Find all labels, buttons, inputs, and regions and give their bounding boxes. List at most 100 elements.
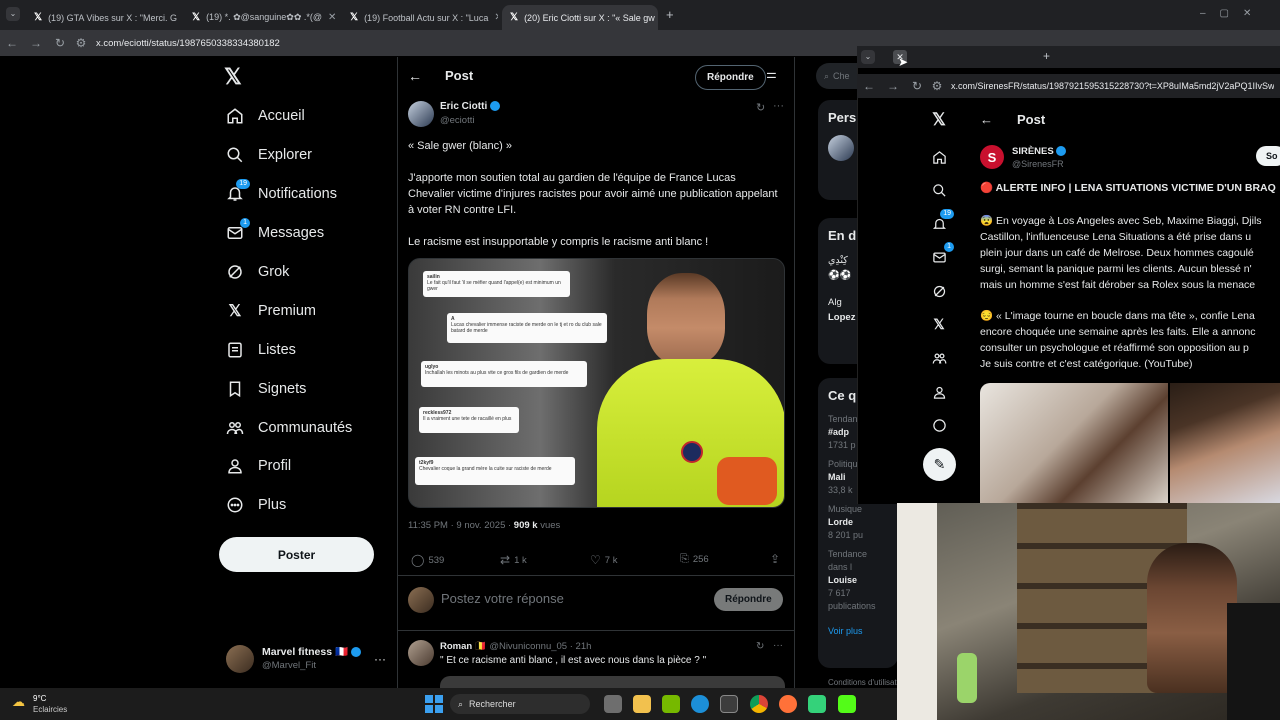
nav-item-home[interactable]: Accueil <box>226 107 305 125</box>
weather-icon[interactable]: ☁ <box>12 694 25 710</box>
profile-icon[interactable] <box>930 383 948 401</box>
overlay-media-left[interactable] <box>980 383 1168 503</box>
footer-link[interactable]: Conditions d'utilisat <box>828 678 897 687</box>
post-author[interactable]: Eric Ciotti <box>440 101 501 112</box>
kick-icon[interactable] <box>838 695 856 713</box>
nav-item-explore[interactable]: Explorer <box>226 146 312 164</box>
heart-icon: ♡ <box>590 553 601 567</box>
reload-icon[interactable]: ↻ <box>48 36 72 50</box>
browser-tab[interactable]: 𝕏 (19) Football Actu sur X : "Luca ✕ <box>342 5 498 30</box>
like-action[interactable]: ♡ 7 k <box>590 553 617 567</box>
url-field[interactable]: x.com/SirenesFR/status/19879215953152287… <box>951 81 1274 91</box>
bell-icon[interactable]: 19 <box>930 209 954 233</box>
avatar[interactable] <box>408 640 434 666</box>
follow-button[interactable]: So <box>1256 146 1280 166</box>
store-icon[interactable] <box>720 695 738 713</box>
windows-start-icon[interactable] <box>425 695 443 713</box>
new-tab-icon[interactable]: + <box>1043 49 1050 63</box>
site-info-icon[interactable]: ⚙ <box>72 36 90 50</box>
x-premium-icon: 𝕏 <box>228 303 242 320</box>
window-controls[interactable]: –▢✕ <box>1200 8 1265 19</box>
share-icon[interactable]: ⇪ <box>770 552 780 566</box>
browser-tab-active[interactable]: 𝕏 (20) Eric Ciotti sur X : "« Sale gw ✕ <box>502 5 658 30</box>
show-more-link[interactable]: Voir plus <box>828 625 888 638</box>
tab-search-icon[interactable]: ⌄ <box>861 50 875 64</box>
nav-item-bookmarks[interactable]: Signets <box>226 380 306 398</box>
search-icon[interactable] <box>930 181 948 199</box>
weather-temp[interactable]: 9°C <box>33 694 46 703</box>
overlay-author[interactable]: SIRÈNES <box>1012 146 1067 157</box>
more-circle-icon[interactable] <box>930 416 948 434</box>
back-icon[interactable]: ← <box>857 79 881 93</box>
edge-icon[interactable] <box>691 695 709 713</box>
settings-sliders-icon[interactable]: ⚌ <box>766 67 777 81</box>
trend-item[interactable]: Musique Lorde 8 201 pu <box>828 503 888 542</box>
x-premium-icon[interactable]: 𝕏 <box>930 315 948 333</box>
nav-item-grok[interactable]: Grok <box>226 263 289 281</box>
site-info-icon[interactable]: ⚙ <box>929 79 945 93</box>
avatar[interactable] <box>408 101 434 127</box>
trend-item[interactable]: Tendance dans l Louise 7 617 publications <box>828 548 888 613</box>
nav-item-premium[interactable]: 𝕏 Premium <box>226 302 316 320</box>
repost-action[interactable]: ⇄ 1 k <box>500 553 527 567</box>
app-icon[interactable] <box>808 695 826 713</box>
sirenes-logo[interactable]: S <box>980 145 1004 169</box>
header-reply-button[interactable]: Répondre <box>695 65 766 90</box>
close-tab-icon[interactable]: ✕ <box>328 12 336 23</box>
firefox-icon[interactable] <box>779 695 797 713</box>
nav-item-communities[interactable]: Communautés <box>226 419 352 437</box>
weather-text[interactable]: Eclaircies <box>33 705 67 714</box>
grok-icon[interactable]: ↻ <box>756 641 764 652</box>
x-logo-icon[interactable]: 𝕏 <box>224 64 242 90</box>
comment-text: Chevalier coque la grand mère la cuite s… <box>419 466 552 472</box>
compose-reply-button[interactable]: Répondre <box>714 588 783 611</box>
close-tab-icon[interactable]: ✕ <box>494 12 498 23</box>
taskbar-search[interactable]: ⌕ Rechercher <box>450 694 590 714</box>
reload-icon[interactable]: ↻ <box>905 79 929 93</box>
reply-input[interactable]: Postez votre réponse <box>441 591 564 606</box>
grok-icon[interactable]: ↻ <box>756 101 765 114</box>
back-arrow-icon[interactable]: ← <box>980 112 993 127</box>
post-button[interactable]: Poster <box>219 537 374 572</box>
home-icon[interactable] <box>930 148 948 166</box>
more-icon[interactable]: ··· <box>374 652 386 666</box>
communities-icon[interactable] <box>930 349 948 367</box>
new-tab-icon[interactable]: + <box>666 7 674 22</box>
overlay-handle[interactable]: @SirenesFR <box>1012 159 1064 169</box>
task-view-icon[interactable] <box>604 695 622 713</box>
timestamp-text: 11:35 PM · 9 nov. 2025 · <box>408 520 514 531</box>
mail-icon[interactable]: 1 <box>930 242 954 266</box>
browser-tab[interactable]: 𝕏 (19) GTA Vibes sur X : "Merci. G ✕ <box>26 5 182 30</box>
post-handle[interactable]: @eciotti <box>440 115 474 126</box>
nav-label: Plus <box>258 497 287 513</box>
nav-item-more[interactable]: Plus <box>226 496 286 514</box>
post-image[interactable]: sailin Le fait qu'il faut 'il se méfier q… <box>408 258 785 508</box>
x-logo-icon[interactable]: 𝕏 <box>930 110 948 129</box>
grok-icon[interactable] <box>930 282 948 300</box>
account-switcher[interactable]: Marvel fitness 🇫🇷 @Marvel_Fit ··· <box>226 643 386 675</box>
nav-item-messages[interactable]: 1 Messages <box>226 218 324 242</box>
tab-search-icon[interactable]: ⌄ <box>6 7 20 21</box>
back-arrow-icon[interactable]: ← <box>408 68 422 84</box>
back-icon[interactable]: ← <box>0 36 24 50</box>
reply-action[interactable]: ◯ 539 <box>411 553 444 567</box>
browser-tab[interactable]: 𝕏 (19) *. ✿@sanguine✿✿ .*(@ ✕ <box>184 5 336 30</box>
forward-icon[interactable]: → <box>24 36 48 50</box>
overlay-post-line: consulter un psychologue et réaffirmé so… <box>980 342 1249 354</box>
overlay-media-right[interactable] <box>1170 383 1280 503</box>
chrome-icon[interactable] <box>750 695 768 713</box>
reply-text: " Et ce racisme anti blanc , il est avec… <box>440 655 707 666</box>
url-field[interactable]: x.com/eciotti/status/1987650338334380182 <box>96 38 280 49</box>
file-explorer-icon[interactable] <box>633 695 651 713</box>
nav-item-lists[interactable]: Listes <box>226 341 296 359</box>
reply-media[interactable] <box>440 676 785 688</box>
compose-feather-icon[interactable]: ✎ <box>923 448 956 481</box>
forward-icon[interactable]: → <box>881 79 905 93</box>
more-icon[interactable]: ··· <box>773 100 784 112</box>
reply-author[interactable]: Roman 🇧🇪 <box>440 641 487 652</box>
more-icon[interactable]: ··· <box>773 640 783 651</box>
bookmark-action[interactable]: ⎘ 256 <box>680 553 709 566</box>
nvidia-icon[interactable] <box>662 695 680 713</box>
nav-item-profile[interactable]: Profil <box>226 457 291 475</box>
nav-item-notifications[interactable]: 19 Notifications <box>226 179 337 203</box>
